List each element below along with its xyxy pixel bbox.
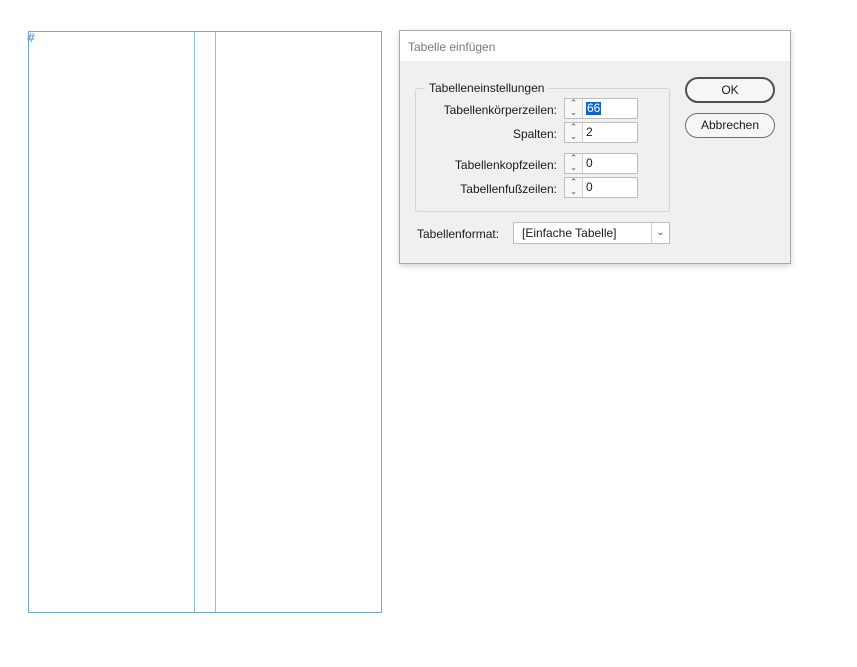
chevron-down-icon[interactable]: ⌄ xyxy=(568,164,579,173)
body-rows-label: Tabellenkörperzeilen: xyxy=(443,103,557,117)
insert-table-dialog: Tabelle einfügen Tabelleneinstellungen T… xyxy=(399,30,791,264)
chevron-up-icon[interactable]: ⌃ xyxy=(568,100,579,109)
columns-arrows[interactable]: ⌃ ⌄ xyxy=(565,123,583,142)
ok-button[interactable]: OK xyxy=(685,77,775,103)
table-format-label: Tabellenformat: xyxy=(417,227,500,241)
dialog-title-bar[interactable]: Tabelle einfügen xyxy=(400,31,790,61)
dialog-title: Tabelle einfügen xyxy=(408,40,496,54)
header-rows-input[interactable]: 0 xyxy=(586,157,593,170)
chevron-down-icon[interactable]: ⌄ xyxy=(568,109,579,118)
chevron-down-icon[interactable]: ⌄ xyxy=(568,133,579,142)
columns-label: Spalten: xyxy=(512,127,557,141)
cancel-button[interactable]: Abbrechen xyxy=(685,113,775,138)
body-rows-input[interactable]: 66 xyxy=(586,102,602,115)
column-guide-right xyxy=(215,32,216,612)
header-rows-stepper[interactable]: ⌃ ⌄ 0 xyxy=(564,153,638,174)
footer-rows-label: Tabellenfußzeilen: xyxy=(460,182,557,196)
chevron-down-icon[interactable]: ⌄ xyxy=(655,226,666,240)
chevron-up-icon[interactable]: ⌃ xyxy=(568,179,579,188)
column-guide-left xyxy=(194,32,195,612)
header-rows-label: Tabellenkopfzeilen: xyxy=(454,158,557,172)
chevron-up-icon[interactable]: ⌃ xyxy=(568,155,579,164)
table-settings-legend: Tabelleneinstellungen xyxy=(425,81,549,95)
columns-stepper[interactable]: ⌃ ⌄ 2 xyxy=(564,122,638,143)
header-rows-arrows[interactable]: ⌃ ⌄ xyxy=(565,154,583,173)
text-frame[interactable]: # xyxy=(26,31,382,613)
chevron-up-icon[interactable]: ⌃ xyxy=(568,124,579,133)
footer-rows-stepper[interactable]: ⌃ ⌄ 0 xyxy=(564,177,638,198)
body-rows-stepper[interactable]: ⌃ ⌄ 66 xyxy=(564,98,638,119)
chevron-down-icon[interactable]: ⌄ xyxy=(568,188,579,197)
columns-input[interactable]: 2 xyxy=(586,126,593,139)
frame-marker: # xyxy=(26,31,37,45)
dropdown-divider xyxy=(651,223,652,243)
footer-rows-arrows[interactable]: ⌃ ⌄ xyxy=(565,178,583,197)
footer-rows-input[interactable]: 0 xyxy=(586,181,593,194)
body-rows-arrows[interactable]: ⌃ ⌄ xyxy=(565,99,583,118)
table-format-select[interactable]: [Einfache Tabelle] ⌄ xyxy=(513,222,670,244)
table-format-value: [Einfache Tabelle] xyxy=(522,226,617,240)
